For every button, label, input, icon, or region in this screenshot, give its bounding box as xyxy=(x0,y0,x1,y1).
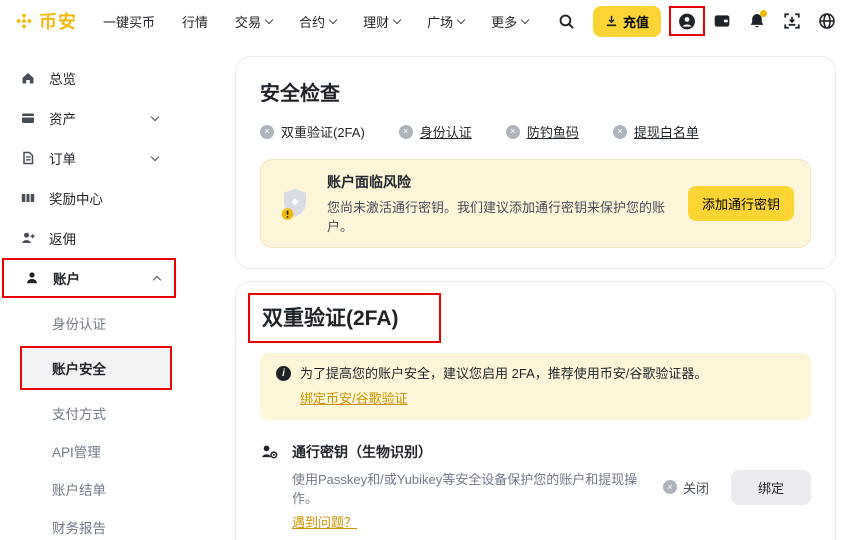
binance-logo[interactable]: 币安 xyxy=(14,8,77,34)
topbar: 币安 一键买币 行情 交易 合约 理财 广场 更多 充值 xyxy=(0,0,850,42)
circle-x-icon: × xyxy=(506,125,520,139)
account-risk-banner: 账户面临风险 您尚未激活通行密钥。我们建议添加通行密钥来保护您的账户。 添加通行… xyxy=(260,159,811,248)
top-navigation: 一键买币 行情 交易 合约 理财 广场 更多 xyxy=(103,12,528,31)
sidebar-item-label: 奖励中心 xyxy=(49,188,103,208)
home-icon xyxy=(20,70,36,86)
sidebar-item-referral[interactable]: 返佣 xyxy=(0,218,172,258)
circle-x-icon: × xyxy=(613,125,627,139)
globe-icon[interactable] xyxy=(818,12,836,30)
status-off: × 关闭 xyxy=(663,478,709,497)
deposit-icon xyxy=(605,15,618,28)
sidebar-item-rewards-hub[interactable]: 奖励中心 xyxy=(0,178,172,218)
main-content: 安全检查 × 双重验证(2FA) × 身份认证 × 防钓鱼码 × 提现白名单 xyxy=(235,42,850,540)
sidebar: 总览 资产 订单 奖励中心 返佣 xyxy=(0,42,235,540)
notification-badge xyxy=(760,10,767,17)
annotation-box-account-security: 账户安全 xyxy=(20,346,172,390)
row-description: 使用Passkey和/或Yubikey等安全设备保护您的账户和提现操作。 xyxy=(292,469,651,507)
app-download-icon[interactable] xyxy=(783,12,801,30)
chevron-down-icon xyxy=(151,112,159,120)
nav-more[interactable]: 更多 xyxy=(491,12,528,31)
submenu-item-api-management[interactable]: API管理 xyxy=(0,432,235,470)
circle-x-icon: × xyxy=(399,125,413,139)
two-factor-title: 双重验证(2FA) xyxy=(262,302,399,332)
two-fa-row-passkey: 通行密钥（生物识别） 使用Passkey和/或Yubikey等安全设备保护您的账… xyxy=(260,420,811,532)
submenu-item-identity-verification[interactable]: 身份认证 xyxy=(0,304,235,342)
bind-authenticator-link[interactable]: 绑定币安/谷歌验证 xyxy=(300,388,408,407)
risk-banner-title: 账户面临风险 xyxy=(327,172,674,192)
chevron-down-icon xyxy=(521,15,529,23)
risk-banner-text: 账户面临风险 您尚未激活通行密钥。我们建议添加通行密钥来保护您的账户。 xyxy=(327,172,674,235)
chevron-down-icon xyxy=(265,15,273,23)
referral-icon xyxy=(20,230,36,246)
check-item-withdrawal-whitelist[interactable]: × 提现白名单 xyxy=(613,122,699,141)
annotation-box-account: 账户 xyxy=(2,258,176,298)
submenu-item-account-security[interactable]: 账户安全 xyxy=(22,348,170,388)
check-item-antiphishing[interactable]: × 防钓鱼码 xyxy=(506,122,579,141)
sidebar-item-overview[interactable]: 总览 xyxy=(0,58,172,98)
chevron-down-icon xyxy=(393,15,401,23)
sidebar-item-label: 总览 xyxy=(49,68,76,88)
info-icon: i xyxy=(276,366,291,381)
account-icon xyxy=(24,270,40,286)
sidebar-item-label: 订单 xyxy=(49,148,76,168)
chevron-down-icon xyxy=(151,152,159,160)
nav-markets[interactable]: 行情 xyxy=(182,12,208,31)
having-trouble-link[interactable]: 遇到问题？ xyxy=(292,512,357,531)
annotation-box-2fa-title: 双重验证(2FA) xyxy=(248,293,441,343)
security-checkup-title: 安全检查 xyxy=(260,77,811,106)
shield-warning-icon xyxy=(277,186,313,222)
two-fa-row-authenticator: 身份验证器App 使用币安/谷歌验证器保护您的账户和交易。 × 关闭 管理 xyxy=(260,532,811,540)
two-factor-card: 双重验证(2FA) i 为了提高您的账户安全，建议您启用 2FA，推荐使用币安/… xyxy=(235,281,836,540)
submenu-item-financial-reports[interactable]: 财务报告 xyxy=(0,508,235,540)
chevron-up-icon xyxy=(153,275,161,283)
sidebar-item-orders[interactable]: 订单 xyxy=(0,138,172,178)
sidebar-item-account[interactable]: 账户 xyxy=(4,260,174,296)
wallet-icon[interactable] xyxy=(713,12,731,30)
deposit-button[interactable]: 充值 xyxy=(593,6,661,37)
nav-trade[interactable]: 交易 xyxy=(235,12,272,31)
annotation-box-profile xyxy=(669,6,705,36)
sidebar-item-label: 返佣 xyxy=(49,228,76,248)
sidebar-item-label: 资产 xyxy=(49,108,76,128)
binance-diamond-icon xyxy=(14,11,34,31)
security-check-items: × 双重验证(2FA) × 身份认证 × 防钓鱼码 × 提现白名单 xyxy=(260,122,811,141)
info-banner-text: 为了提高您的账户安全，建议您启用 2FA，推荐使用币安/谷歌验证器。 xyxy=(300,365,707,383)
security-checkup-card: 安全检查 × 双重验证(2FA) × 身份认证 × 防钓鱼码 × 提现白名单 xyxy=(235,56,836,269)
nav-square[interactable]: 广场 xyxy=(427,12,464,31)
sidebar-item-label: 账户 xyxy=(53,268,80,288)
orders-icon xyxy=(20,150,36,166)
chevron-down-icon xyxy=(329,15,337,23)
status-label: 关闭 xyxy=(683,478,709,497)
nav-earn[interactable]: 理财 xyxy=(363,12,400,31)
row-title-passkey: 通行密钥（生物识别） xyxy=(292,442,651,462)
brand-name: 币安 xyxy=(39,8,77,34)
search-icon[interactable] xyxy=(558,12,576,30)
topbar-right: 充值 xyxy=(558,6,836,37)
submenu-item-account-statement[interactable]: 账户结单 xyxy=(0,470,235,508)
submenu-item-payment-methods[interactable]: 支付方式 xyxy=(0,394,235,432)
two-fa-info-banner: i 为了提高您的账户安全，建议您启用 2FA，推荐使用币安/谷歌验证器。 绑定币… xyxy=(260,353,811,420)
nav-futures[interactable]: 合约 xyxy=(299,12,336,31)
profile-icon[interactable] xyxy=(678,12,696,30)
circle-x-icon: × xyxy=(260,125,274,139)
bind-passkey-button[interactable]: 绑定 xyxy=(731,470,811,505)
nav-buy-crypto[interactable]: 一键买币 xyxy=(103,12,155,31)
risk-banner-description: 您尚未激活通行密钥。我们建议添加通行密钥来保护您的账户。 xyxy=(327,197,674,235)
check-item-identity[interactable]: × 身份认证 xyxy=(399,122,472,141)
passkey-icon xyxy=(260,443,278,461)
chevron-down-icon xyxy=(457,15,465,23)
check-item-2fa: × 双重验证(2FA) xyxy=(260,122,365,141)
add-passkey-button[interactable]: 添加通行密钥 xyxy=(688,186,794,221)
rewards-icon xyxy=(20,190,36,206)
circle-x-icon: × xyxy=(663,480,677,494)
assets-icon xyxy=(20,110,36,126)
bell-icon[interactable] xyxy=(748,12,766,30)
account-submenu: 身份认证 账户安全 支付方式 API管理 账户结单 财务报告 xyxy=(0,298,235,540)
sidebar-item-assets[interactable]: 资产 xyxy=(0,98,172,138)
